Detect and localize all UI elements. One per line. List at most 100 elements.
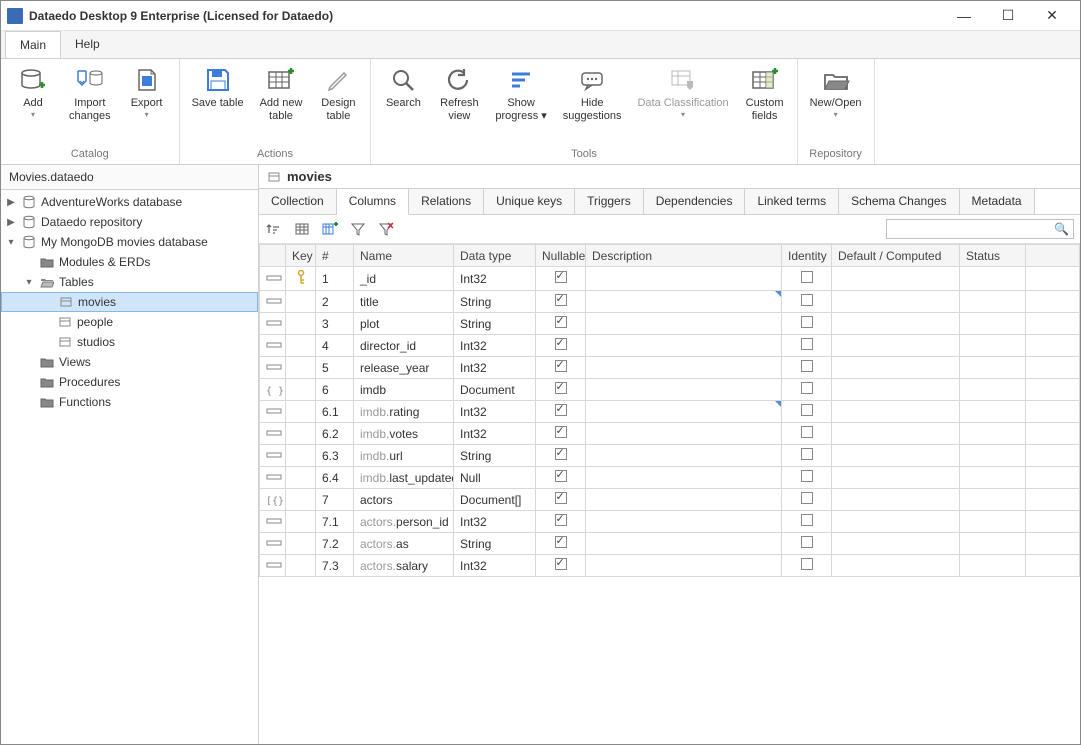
ribbon-show-progress[interactable]: Showprogress ▾ [491, 63, 550, 126]
column-header[interactable] [1026, 245, 1080, 267]
cell[interactable] [832, 555, 960, 577]
close-button[interactable]: ✕ [1030, 2, 1074, 30]
column-header[interactable]: Default / Computed [832, 245, 960, 267]
column-header[interactable]: Data type [454, 245, 536, 267]
tree-node-people[interactable]: people [1, 312, 258, 332]
cell[interactable]: Int32 [454, 555, 536, 577]
cell[interactable] [960, 533, 1026, 555]
table-row[interactable]: 6.4imdb.last_updatedNull [260, 467, 1080, 489]
cell[interactable] [832, 357, 960, 379]
cell[interactable] [960, 511, 1026, 533]
cell[interactable] [536, 379, 586, 401]
ribbon-save-table[interactable]: Save table [188, 63, 248, 114]
cell[interactable]: actors.as [354, 533, 454, 555]
cell[interactable] [960, 313, 1026, 335]
cell[interactable] [832, 401, 960, 423]
column-header[interactable]: Identity [782, 245, 832, 267]
cell[interactable] [782, 555, 832, 577]
cell[interactable] [536, 267, 586, 291]
cell[interactable] [782, 467, 832, 489]
table-row[interactable]: 2titleString [260, 291, 1080, 313]
cell[interactable]: Int32 [454, 357, 536, 379]
cell[interactable] [782, 445, 832, 467]
cell[interactable] [536, 555, 586, 577]
cell[interactable] [586, 533, 782, 555]
table-row[interactable]: 1_idInt32 [260, 267, 1080, 291]
column-header[interactable]: Nullable [536, 245, 586, 267]
cell[interactable] [586, 423, 782, 445]
tree-node-my-mongodb-movies-database[interactable]: ▾My MongoDB movies database [1, 232, 258, 252]
cell[interactable] [782, 401, 832, 423]
cell[interactable] [586, 467, 782, 489]
ribbon-add[interactable]: Add▾ [9, 63, 57, 123]
cell[interactable] [782, 313, 832, 335]
cell[interactable] [586, 489, 782, 511]
cell[interactable]: imdb [354, 379, 454, 401]
cell[interactable] [536, 533, 586, 555]
cell[interactable] [782, 291, 832, 313]
table-row[interactable]: 3plotString [260, 313, 1080, 335]
ribbon-design-table[interactable]: Designtable [314, 63, 362, 126]
maximize-button[interactable]: ☐ [986, 2, 1030, 30]
grid-search-input[interactable] [891, 223, 1054, 235]
table-row[interactable]: { }6imdbDocument [260, 379, 1080, 401]
add-column-icon[interactable] [321, 220, 339, 238]
tab-collection[interactable]: Collection [259, 189, 337, 214]
cell[interactable]: Int32 [454, 401, 536, 423]
tree-node-modules-erds[interactable]: Modules & ERDs [1, 252, 258, 272]
cell[interactable] [536, 467, 586, 489]
tree-node-procedures[interactable]: Procedures [1, 372, 258, 392]
table-row[interactable]: 7.2actors.asString [260, 533, 1080, 555]
menu-main[interactable]: Main [5, 31, 61, 58]
ribbon-refresh-view[interactable]: Refreshview [435, 63, 483, 126]
cell[interactable] [832, 313, 960, 335]
cell[interactable] [782, 533, 832, 555]
cell[interactable] [586, 511, 782, 533]
cell[interactable] [960, 445, 1026, 467]
ribbon-export[interactable]: Export▾ [123, 63, 171, 123]
cell[interactable] [586, 335, 782, 357]
cell[interactable] [536, 511, 586, 533]
cell[interactable] [536, 401, 586, 423]
cell[interactable] [586, 357, 782, 379]
cell[interactable] [960, 291, 1026, 313]
column-header[interactable]: Key [286, 245, 316, 267]
tree-toggle[interactable]: ▶ [5, 217, 17, 228]
cell[interactable] [960, 379, 1026, 401]
column-header[interactable]: # [316, 245, 354, 267]
cell[interactable]: imdb.rating [354, 401, 454, 423]
cell[interactable] [832, 379, 960, 401]
cell[interactable] [832, 533, 960, 555]
table-row[interactable]: 6.3imdb.urlString [260, 445, 1080, 467]
column-header[interactable]: Name [354, 245, 454, 267]
table-row[interactable]: 6.1imdb.ratingInt32 [260, 401, 1080, 423]
grid-wrap[interactable]: Key#NameData typeNullableDescriptionIden… [259, 244, 1080, 744]
tree-node-tables[interactable]: ▾Tables [1, 272, 258, 292]
tab-columns[interactable]: Columns [337, 189, 409, 215]
table-row[interactable]: 7.3actors.salaryInt32 [260, 555, 1080, 577]
cell[interactable] [832, 445, 960, 467]
cell[interactable]: actors.person_id [354, 511, 454, 533]
cell[interactable]: Int32 [454, 511, 536, 533]
ribbon-new-open[interactable]: New/Open▾ [806, 63, 866, 123]
cell[interactable]: String [454, 313, 536, 335]
cell[interactable]: Int32 [454, 335, 536, 357]
ribbon-custom-fields[interactable]: Customfields [741, 63, 789, 126]
cell[interactable] [832, 423, 960, 445]
column-header[interactable] [260, 245, 286, 267]
cell[interactable] [536, 423, 586, 445]
cell[interactable] [832, 291, 960, 313]
menu-help[interactable]: Help [61, 31, 114, 58]
tab-dependencies[interactable]: Dependencies [644, 189, 746, 214]
table-row[interactable]: 5release_yearInt32 [260, 357, 1080, 379]
table-row[interactable]: 7.1actors.person_idInt32 [260, 511, 1080, 533]
cell[interactable] [832, 511, 960, 533]
cell[interactable] [832, 335, 960, 357]
cell[interactable] [782, 335, 832, 357]
cell[interactable]: release_year [354, 357, 454, 379]
cell[interactable] [782, 423, 832, 445]
cell[interactable] [536, 313, 586, 335]
tab-relations[interactable]: Relations [409, 189, 484, 214]
cell[interactable] [960, 401, 1026, 423]
cell[interactable] [960, 335, 1026, 357]
